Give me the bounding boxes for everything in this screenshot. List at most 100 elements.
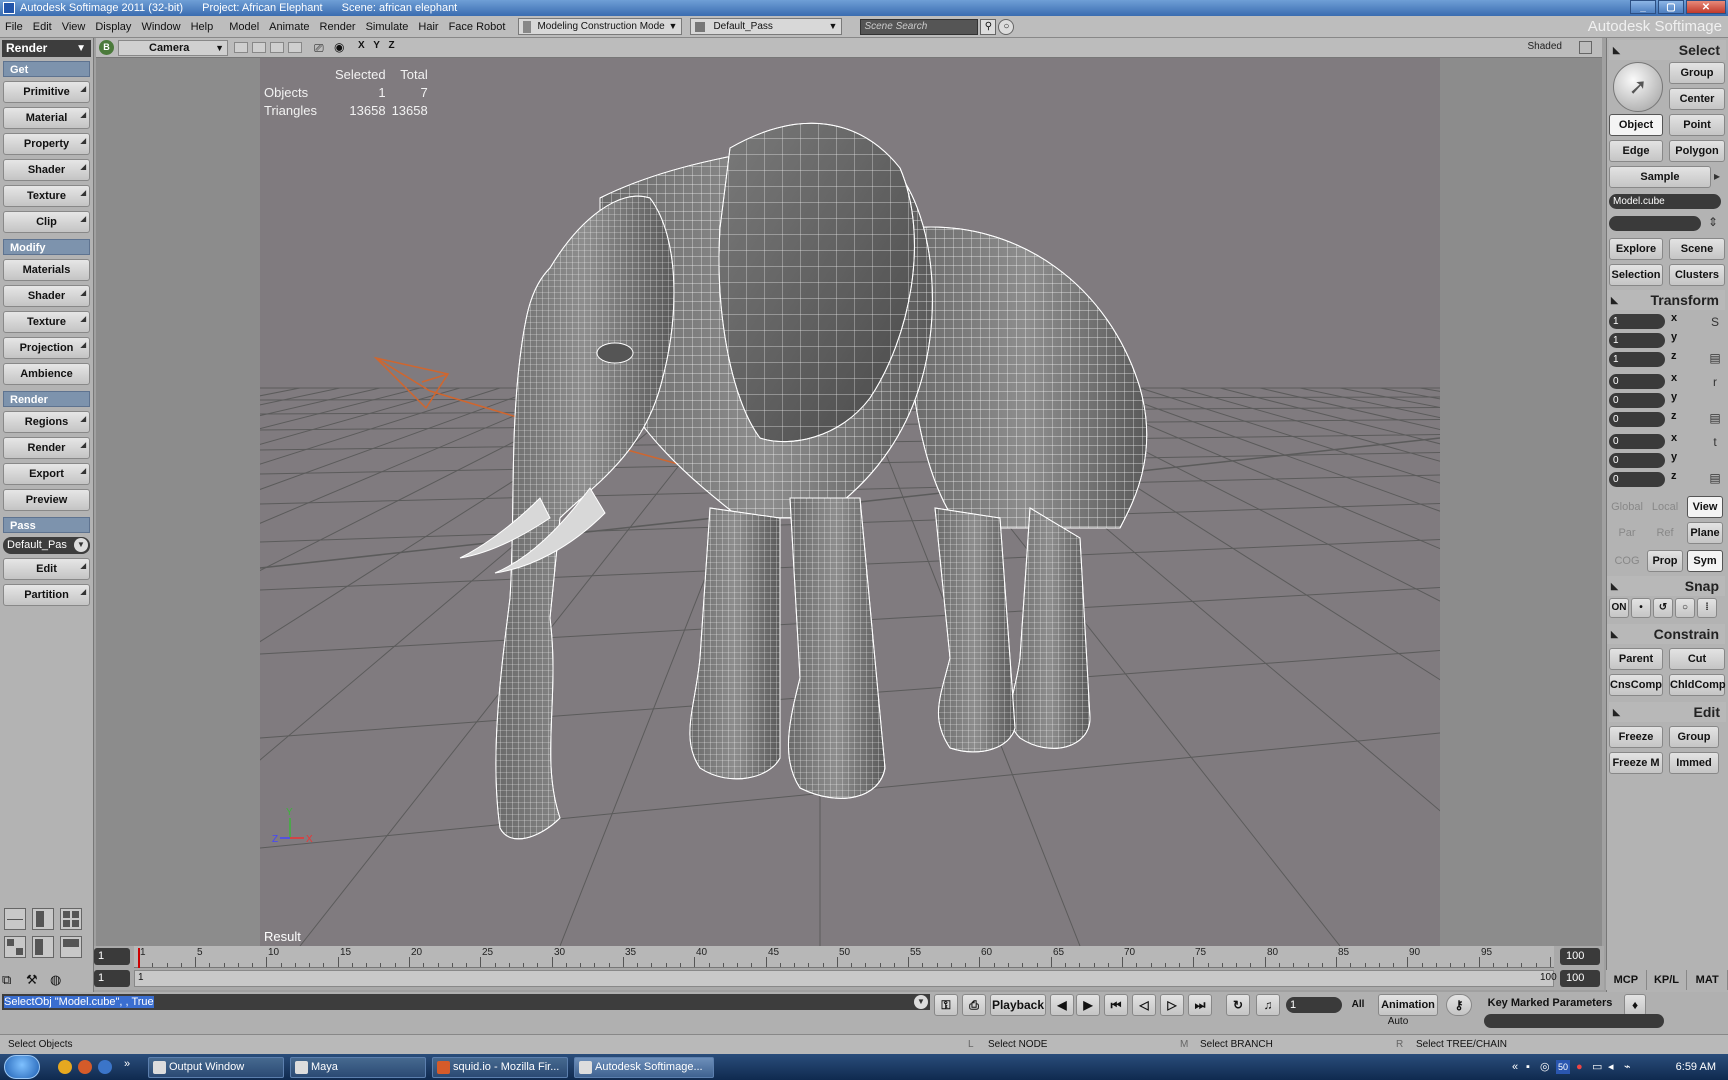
- translate-y-field[interactable]: 0: [1609, 453, 1665, 468]
- sample-button[interactable]: Sample: [1609, 166, 1711, 188]
- material-button[interactable]: Material ◢: [3, 107, 90, 129]
- menu-window[interactable]: Window: [136, 21, 185, 33]
- step-forward-icon[interactable]: ▶: [1076, 994, 1100, 1016]
- start-button[interactable]: [4, 1055, 40, 1079]
- global-button[interactable]: Global: [1609, 496, 1645, 518]
- primitive-button[interactable]: Primitive ◢: [3, 81, 90, 103]
- plane-button[interactable]: Plane: [1687, 522, 1723, 544]
- chevron-down-icon[interactable]: ▼: [914, 995, 928, 1009]
- scale-y-field[interactable]: 1: [1609, 333, 1665, 348]
- range-end-field[interactable]: 100: [1560, 970, 1600, 987]
- layout-vertical-icon[interactable]: [32, 936, 54, 958]
- menu-animate[interactable]: Animate: [264, 21, 314, 33]
- camera-view[interactable]: Y X Z Selected Total Objects 1 7 Triangl…: [260, 58, 1440, 946]
- texture-button[interactable]: Texture ◢: [3, 185, 90, 207]
- play-forward-icon[interactable]: ▷: [1160, 994, 1184, 1016]
- menu-view[interactable]: View: [57, 21, 91, 33]
- key-marked-parameters-button[interactable]: Key Marked Parameters: [1482, 994, 1618, 1012]
- visibility-toggle[interactable]: [252, 42, 266, 53]
- rotate-z-field[interactable]: 0: [1609, 412, 1665, 427]
- render-ball-icon[interactable]: ◍: [50, 972, 61, 988]
- pass-selector[interactable]: Default_Pas ▼: [3, 537, 90, 554]
- firefox-icon[interactable]: [78, 1060, 92, 1074]
- camera-dropdown[interactable]: Camera ▼: [118, 40, 228, 56]
- clear-search-icon[interactable]: ○: [998, 18, 1015, 35]
- power-icon[interactable]: ⌁: [1624, 1054, 1631, 1080]
- first-frame-icon[interactable]: ⏮: [1104, 994, 1128, 1016]
- layout-grid-icon[interactable]: [60, 908, 82, 930]
- sym-button[interactable]: Sym: [1687, 550, 1723, 572]
- visibility-toggle[interactable]: [270, 42, 284, 53]
- ambience-button[interactable]: Ambience: [3, 363, 90, 385]
- axis-x-label[interactable]: x: [1671, 312, 1677, 324]
- audio-icon[interactable]: ♫: [1256, 994, 1280, 1016]
- edit-group-button[interactable]: Group: [1669, 726, 1719, 748]
- menu-model[interactable]: Model: [224, 21, 264, 33]
- menu-simulate[interactable]: Simulate: [361, 21, 414, 33]
- menu-display[interactable]: Display: [90, 21, 136, 33]
- rotate-icon[interactable]: r: [1709, 374, 1721, 390]
- materials-button[interactable]: Materials: [3, 259, 90, 281]
- menu-edit[interactable]: Edit: [28, 21, 57, 33]
- timeline-end-field[interactable]: 100: [1560, 948, 1600, 965]
- scene-layers-icon[interactable]: ⧉: [2, 972, 11, 988]
- play-backward-icon[interactable]: ◁: [1132, 994, 1156, 1016]
- scene-button[interactable]: Scene: [1669, 238, 1725, 260]
- layout-four-view-icon[interactable]: [4, 908, 26, 930]
- animation-menu-button[interactable]: Animation: [1378, 994, 1438, 1016]
- range-start-field[interactable]: 1: [94, 970, 130, 987]
- task-softimage[interactable]: Autodesk Softimage...: [574, 1057, 714, 1078]
- prop-button[interactable]: Prop: [1647, 550, 1683, 572]
- command-line-input[interactable]: SelectObj "Model.cube", , True: [2, 994, 930, 1010]
- pass-dropdown[interactable]: Default_Pass ▼: [690, 18, 843, 35]
- snapshot-icon[interactable]: ⎙: [962, 994, 986, 1016]
- view-button[interactable]: View: [1687, 496, 1723, 518]
- polygon-button[interactable]: Polygon: [1669, 140, 1725, 162]
- updown-arrows-icon[interactable]: ⇕: [1707, 214, 1719, 230]
- browser-icon[interactable]: [98, 1060, 112, 1074]
- task-output-window[interactable]: Output Window: [148, 1057, 284, 1078]
- edge-button[interactable]: Edge: [1609, 140, 1663, 162]
- tab-kpl[interactable]: KP/L: [1647, 970, 1688, 990]
- menu-hair[interactable]: Hair: [413, 21, 443, 33]
- snap-curve-icon[interactable]: ↺: [1653, 598, 1673, 618]
- translate-z-field[interactable]: 0: [1609, 472, 1665, 487]
- chrome-icon[interactable]: [58, 1060, 72, 1074]
- modify-shader-button[interactable]: Shader ◢: [3, 285, 90, 307]
- timeline-start-field[interactable]: 1: [94, 948, 130, 965]
- layout-split-icon[interactable]: [32, 908, 54, 930]
- keyable-param-field[interactable]: [1484, 1014, 1664, 1028]
- par-button[interactable]: Par: [1609, 522, 1645, 544]
- visibility-toggle[interactable]: [234, 42, 248, 53]
- snap-grid-icon[interactable]: ⁞: [1697, 598, 1717, 618]
- modify-texture-button[interactable]: Texture ◢: [3, 311, 90, 333]
- edit-panel-header[interactable]: ◣ Edit: [1609, 702, 1726, 722]
- lock-icon[interactable]: ▤: [1709, 470, 1721, 486]
- key-marker-icon[interactable]: ♦: [1624, 994, 1646, 1016]
- tray-expand-icon[interactable]: «: [1512, 1054, 1518, 1080]
- transform-panel-header[interactable]: ◣ Transform: [1607, 290, 1725, 310]
- task-maya[interactable]: Maya: [290, 1057, 426, 1078]
- snap-point-icon[interactable]: •: [1631, 598, 1651, 618]
- layout-quad-icon[interactable]: [4, 936, 26, 958]
- close-button[interactable]: ✕: [1686, 0, 1726, 14]
- constrain-panel-header[interactable]: ◣ Constrain: [1607, 624, 1725, 644]
- menu-face-robot[interactable]: Face Robot: [444, 21, 511, 33]
- selection-name-field[interactable]: Model.cube: [1609, 194, 1721, 209]
- restore-button[interactable]: ▢: [1658, 0, 1684, 14]
- select-panel-header[interactable]: ◣ Select: [1609, 40, 1726, 60]
- task-firefox[interactable]: squid.io - Mozilla Fir...: [432, 1057, 568, 1078]
- viewport[interactable]: B Camera ▼ ⎚ ◉ X Y Z Shaded Y X Z Select…: [96, 38, 1602, 946]
- menu-file[interactable]: File: [0, 21, 28, 33]
- menu-help[interactable]: Help: [186, 21, 219, 33]
- clip-button[interactable]: Clip ◢: [3, 211, 90, 233]
- object-button[interactable]: Object: [1609, 114, 1663, 136]
- preview-button[interactable]: Preview: [3, 489, 90, 511]
- tools-icon[interactable]: ⚒: [26, 972, 38, 988]
- translate-x-field[interactable]: 0: [1609, 434, 1665, 449]
- axis-y-label[interactable]: y: [1671, 451, 1677, 463]
- axis-y-label[interactable]: y: [1671, 391, 1677, 403]
- camera-icon[interactable]: ⎚: [314, 41, 324, 56]
- ref-button[interactable]: Ref: [1647, 522, 1683, 544]
- clock[interactable]: 6:59 AM: [1676, 1054, 1716, 1080]
